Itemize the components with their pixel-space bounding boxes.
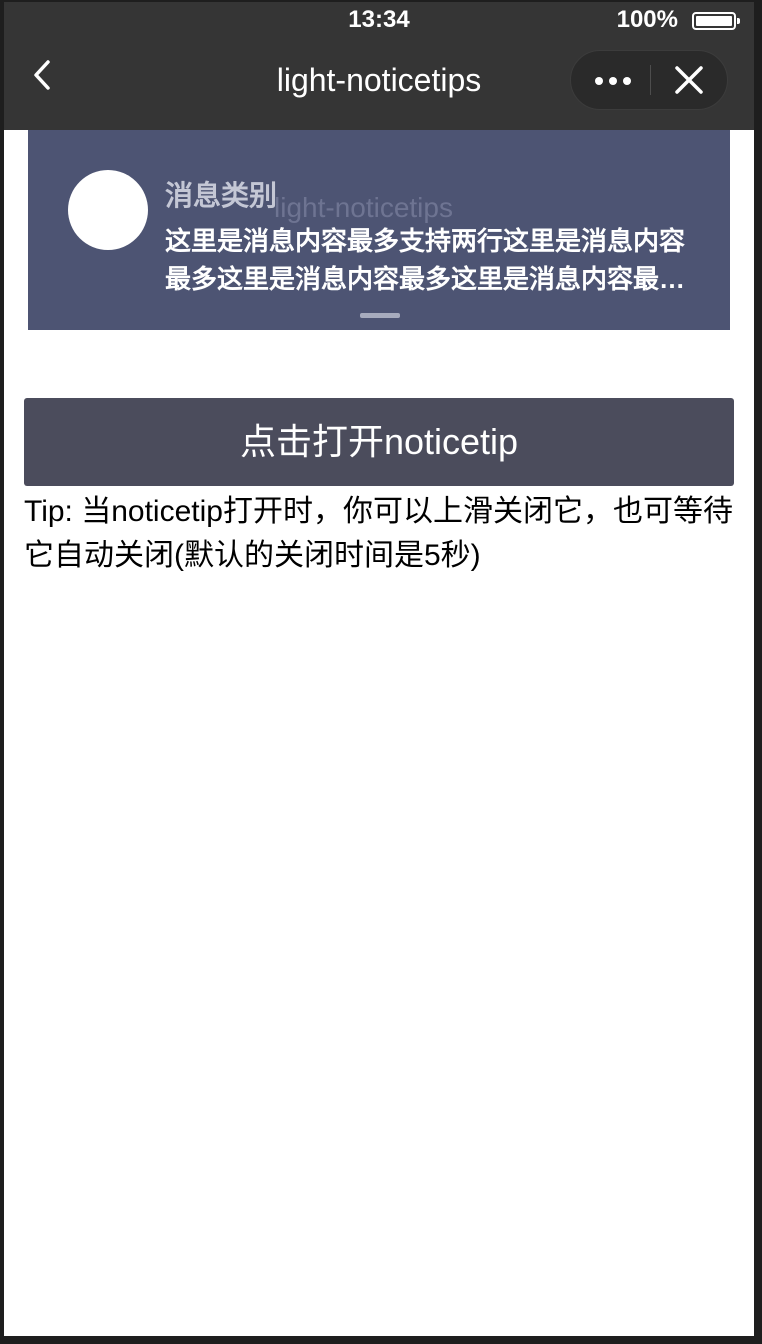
noticetip-card[interactable]: light-noticetips 消息类别 这里是消息内容最多支持两行这里是消息… [28,130,730,330]
battery-icon [692,12,740,30]
battery-fill [696,16,732,26]
notice-category: 消息类别 [165,180,278,211]
notice-content: 这里是消息内容最多支持两行这里是消息内容最多这里是消息内容最多这里是消息内容最多… [165,226,686,294]
capsule-menu [570,50,728,110]
open-noticetip-button[interactable]: 点击打开noticetip [24,398,734,486]
phone-screen: 13:34 100% light-noticetips light-notice… [4,2,754,1336]
battery-cap [737,18,740,24]
top-bar: 13:34 100% light-noticetips [4,2,754,130]
notice-ghost-title: light-noticetips [274,192,453,223]
tip-text: Tip: 当noticetip打开时，你可以上滑关闭它，也可等待它自动关闭(默认… [24,495,733,572]
battery-percent: 100% [616,6,678,33]
close-icon[interactable] [651,51,728,109]
more-icon[interactable] [571,51,650,109]
notice-avatar [68,170,148,250]
notice-drag-handle[interactable] [360,313,400,318]
